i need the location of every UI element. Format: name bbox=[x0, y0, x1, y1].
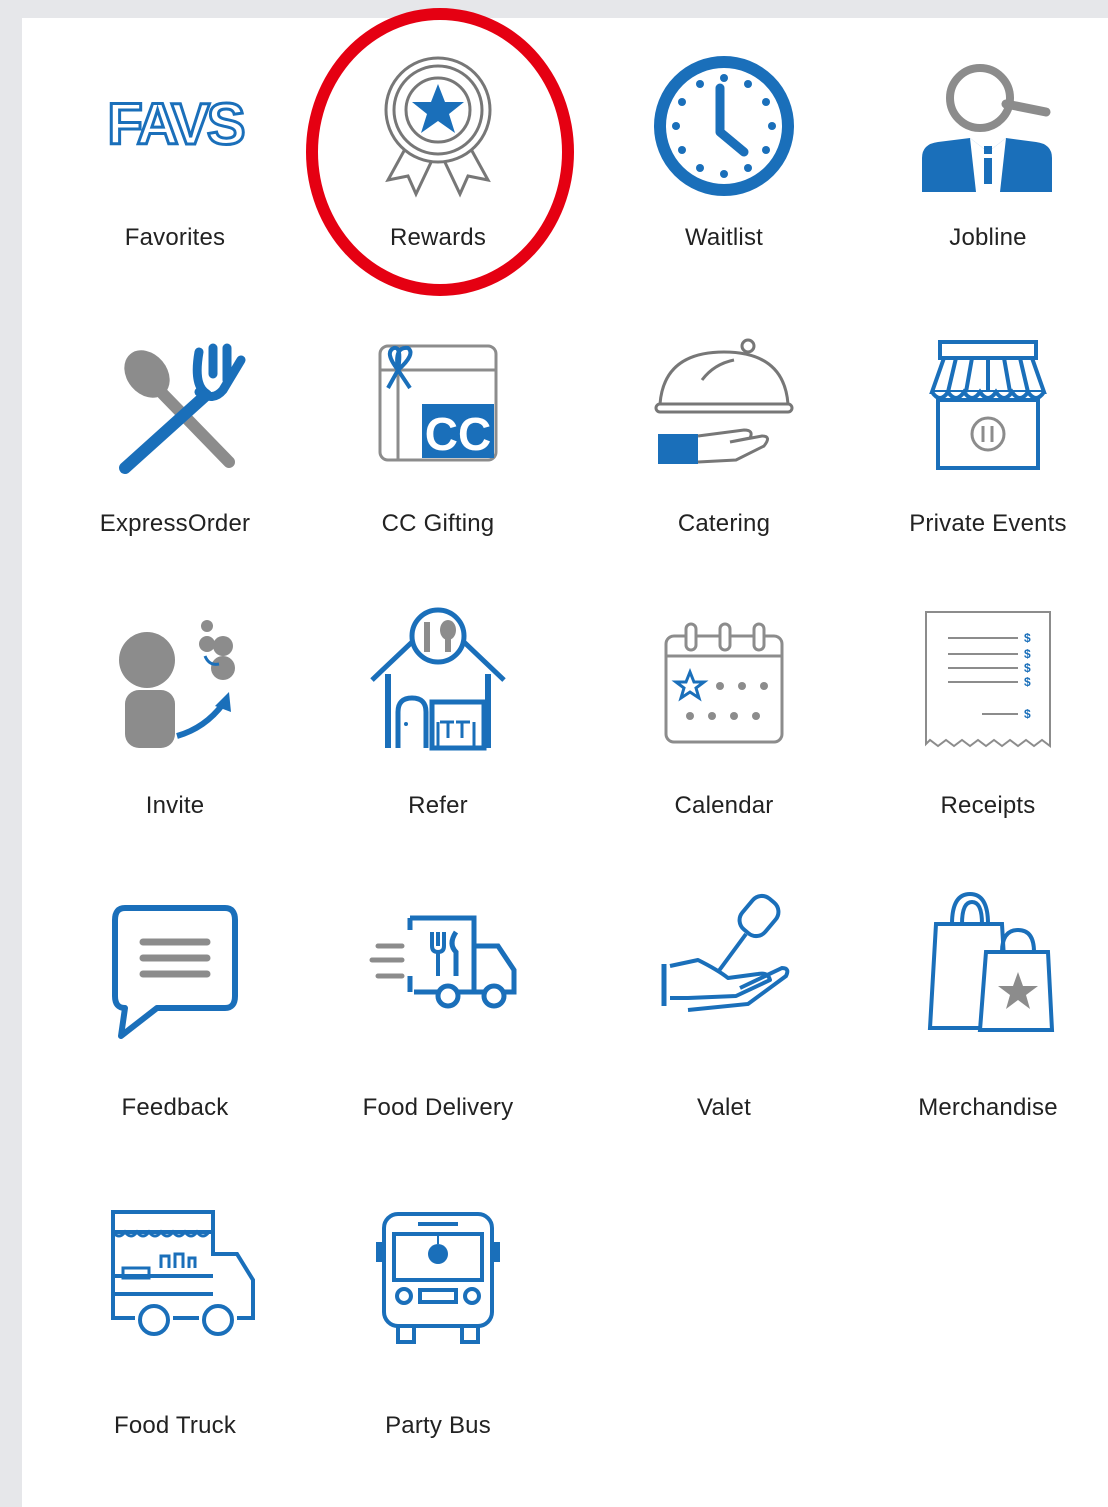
tile-invite[interactable]: Invite bbox=[50, 606, 300, 886]
tile-label: Food Delivery bbox=[362, 1094, 514, 1121]
delivery-truck-icon bbox=[358, 888, 518, 1048]
bus-icon bbox=[358, 1198, 518, 1358]
job-search-icon bbox=[908, 48, 1068, 208]
tile-label: Waitlist bbox=[684, 224, 764, 251]
svg-text:$: $ bbox=[1024, 675, 1031, 689]
tile-label: Calendar bbox=[674, 792, 774, 819]
tile-label: CC Gifting bbox=[381, 510, 495, 537]
tile-label: Catering bbox=[677, 510, 771, 537]
clock-icon bbox=[644, 48, 804, 208]
tile-private-events[interactable]: Private Events bbox=[863, 330, 1108, 610]
tile-favorites[interactable]: FAVS Favorites bbox=[50, 48, 300, 328]
tile-party-bus[interactable]: Party Bus bbox=[313, 1198, 563, 1478]
restaurant-building-icon bbox=[358, 606, 518, 766]
utensils-icon bbox=[95, 330, 255, 490]
tile-feedback[interactable]: Feedback bbox=[50, 888, 300, 1168]
tile-valet[interactable]: Valet bbox=[599, 888, 849, 1168]
shopping-bags-icon bbox=[908, 888, 1068, 1048]
tile-label: Party Bus bbox=[385, 1412, 491, 1439]
svg-text:$: $ bbox=[1024, 707, 1031, 721]
tile-label: Merchandise bbox=[918, 1094, 1058, 1121]
receipt-icon: $ $ $ $ $ bbox=[908, 606, 1068, 766]
tile-merchandise[interactable]: Merchandise bbox=[863, 888, 1108, 1168]
car-key-hand-icon bbox=[644, 888, 804, 1048]
tile-rewards[interactable]: Rewards bbox=[313, 48, 563, 328]
svg-text:$: $ bbox=[1024, 631, 1031, 645]
tile-label: Jobline bbox=[949, 224, 1027, 251]
tile-label: Favorites bbox=[124, 224, 226, 251]
tile-label: Food Truck bbox=[113, 1412, 237, 1439]
tile-label: Private Events bbox=[909, 510, 1067, 537]
tile-label: Rewards bbox=[389, 224, 487, 251]
tile-label: ExpressOrder bbox=[99, 510, 251, 537]
tile-expressorder[interactable]: ExpressOrder bbox=[50, 330, 300, 610]
tile-calendar[interactable]: Calendar bbox=[599, 606, 849, 886]
tile-label: Receipts bbox=[940, 792, 1036, 819]
svg-text:CC: CC bbox=[425, 408, 491, 460]
tile-label: Refer bbox=[408, 792, 468, 819]
tile-label: Valet bbox=[697, 1094, 751, 1121]
cloche-icon bbox=[644, 330, 804, 490]
svg-text:$: $ bbox=[1024, 661, 1031, 675]
tile-jobline[interactable]: Jobline bbox=[863, 48, 1108, 328]
tile-label: Feedback bbox=[121, 1094, 229, 1121]
tile-receipts[interactable]: $ $ $ $ $ Receipts bbox=[863, 606, 1108, 886]
favs-icon: FAVS bbox=[95, 48, 255, 208]
svg-text:$: $ bbox=[1024, 647, 1031, 661]
calendar-icon bbox=[644, 606, 804, 766]
tile-waitlist[interactable]: Waitlist bbox=[599, 48, 849, 328]
tile-food-truck[interactable]: Food Truck bbox=[50, 1198, 300, 1478]
tile-food-delivery[interactable]: Food Delivery bbox=[313, 888, 563, 1168]
favs-text: FAVS bbox=[107, 92, 243, 157]
gift-card-icon: CC bbox=[358, 330, 518, 490]
storefront-icon bbox=[908, 330, 1068, 490]
tile-refer[interactable]: Refer bbox=[313, 606, 563, 886]
food-truck-icon bbox=[95, 1198, 255, 1358]
invite-person-icon bbox=[95, 606, 255, 766]
tile-catering[interactable]: Catering bbox=[599, 330, 849, 610]
chat-bubble-icon bbox=[95, 888, 255, 1048]
tile-cc-gifting[interactable]: CC CC Gifting bbox=[313, 330, 563, 610]
tile-label: Invite bbox=[145, 792, 205, 819]
award-ribbon-icon bbox=[358, 48, 518, 208]
